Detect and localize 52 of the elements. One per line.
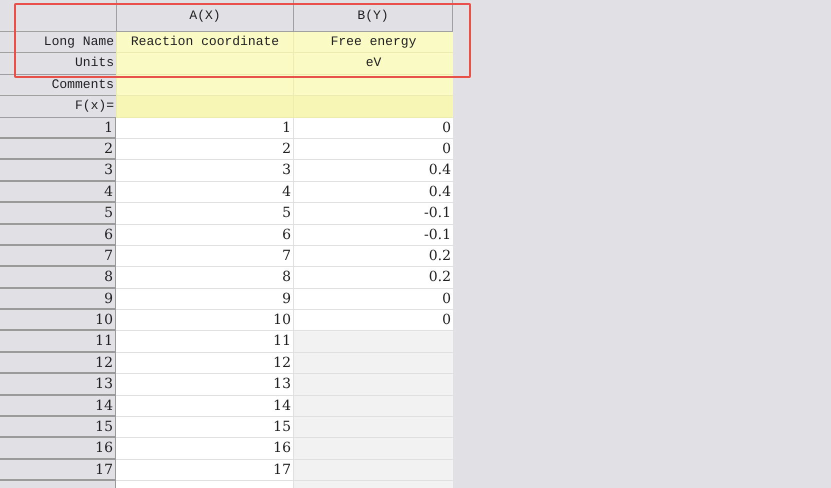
table-cell: 12 [116, 352, 293, 374]
table-cell: 4 [116, 182, 293, 204]
label-cell[interactable] [116, 53, 293, 75]
table-cell: 0.4 [293, 182, 453, 204]
label-cell[interactable] [116, 96, 293, 118]
table-cell: 0 [293, 288, 453, 310]
table-cell: 0.2 [293, 246, 453, 268]
column-header[interactable]: B(Y) [293, 0, 453, 32]
table-cell: 0.2 [293, 267, 453, 289]
label-cell[interactable] [293, 96, 453, 118]
table-cell: 14 [116, 396, 293, 418]
table-cell: 17 [116, 460, 293, 482]
row-number[interactable]: 15 [0, 417, 116, 438]
table-cell: 13 [116, 374, 293, 396]
row-number[interactable]: 3 [0, 160, 116, 182]
table-cell: 10 [116, 310, 293, 332]
row-number[interactable]: 1 [0, 118, 116, 139]
table-cell: 2 [116, 138, 293, 160]
row-number[interactable]: 14 [0, 396, 116, 418]
table-cell: 6 [116, 224, 293, 246]
table-cell: -0.1 [293, 203, 453, 225]
row-number[interactable]: 8 [0, 267, 116, 289]
table-cell: -0.1 [293, 224, 453, 246]
column-header[interactable]: A(X) [116, 0, 293, 32]
row-number[interactable]: 11 [0, 331, 116, 353]
row-number[interactable]: 17 [0, 460, 116, 482]
row-number[interactable]: 5 [0, 203, 116, 225]
row-number[interactable]: 13 [0, 374, 116, 396]
label-cell[interactable]: Free energy [293, 32, 453, 54]
row-number[interactable]: 9 [0, 288, 116, 310]
table-cell: 0.4 [293, 160, 453, 182]
table-cell: 1 [116, 118, 293, 139]
table-cell: 7 [116, 246, 293, 268]
table-cell: 8 [116, 267, 293, 289]
table-cell: 11 [116, 331, 293, 353]
table-cell: 0 [293, 138, 453, 160]
row-number[interactable]: 4 [0, 182, 116, 204]
label-cell[interactable]: eV [293, 53, 453, 75]
row-number[interactable]: 16 [0, 438, 116, 460]
table-cell: 16 [116, 438, 293, 460]
table-cell: 5 [116, 203, 293, 225]
table-cell: 9 [116, 288, 293, 310]
table-cell: 15 [116, 417, 293, 438]
table-cell: 0 [293, 310, 453, 332]
table-cell: 3 [116, 160, 293, 182]
label-cell[interactable]: Reaction coordinate [116, 32, 293, 54]
row-number[interactable]: 10 [0, 310, 116, 332]
row-number[interactable]: 6 [0, 224, 116, 246]
row-number[interactable]: 12 [0, 352, 116, 374]
row-number[interactable]: 7 [0, 246, 116, 268]
table-cell: 0 [293, 118, 453, 139]
row-number[interactable]: 2 [0, 138, 116, 160]
